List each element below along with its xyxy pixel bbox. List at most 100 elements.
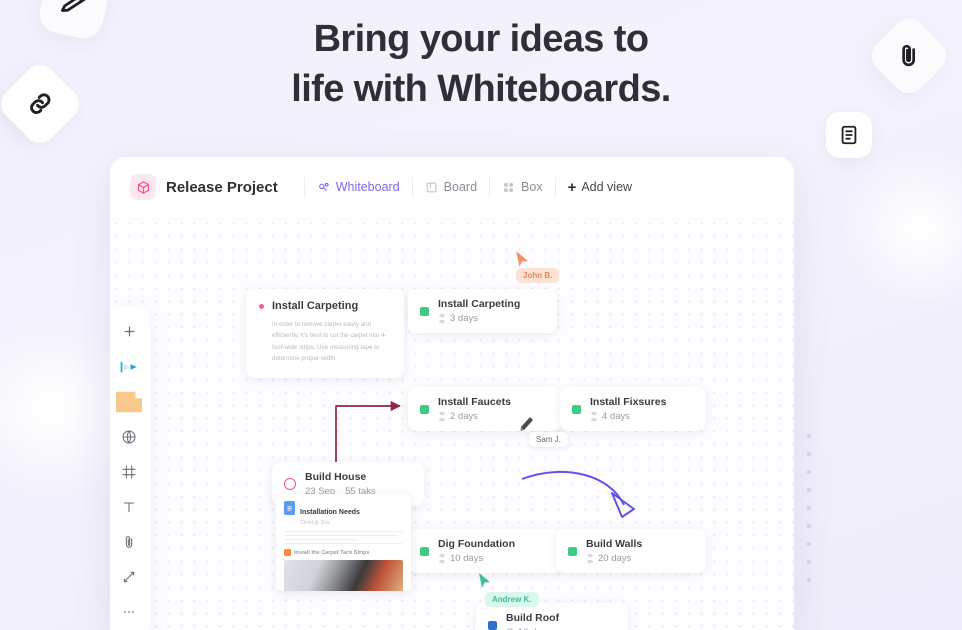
status-square-icon [572, 404, 581, 414]
doc-embed-title: Installation Needs [300, 509, 360, 516]
task-duration-label: 4 days [602, 411, 630, 422]
shape-tool[interactable] [112, 420, 146, 453]
app-toolbar: Release Project Whiteboard Board Box + A… [110, 157, 794, 217]
note-card-body: In order to remove carpet easily and eff… [272, 321, 387, 363]
doc-embed-section-label: Install the Carpet Tack Strips [294, 549, 370, 556]
headline-line-2: life with Whiteboards. [291, 68, 671, 111]
connector-tool[interactable] [112, 560, 146, 593]
task-name: Build Roof [506, 612, 560, 624]
canvas-side-dot [807, 434, 811, 438]
note-card-title: Install Carpeting [272, 300, 359, 312]
task-duration: 4 days [590, 411, 666, 422]
doc-text-line [284, 538, 358, 541]
task-card-dig-foundation[interactable]: Dig Foundation 10 days [408, 529, 562, 573]
status-square-icon [420, 546, 429, 556]
board-icon [425, 181, 438, 194]
cursor-sam [520, 417, 533, 431]
add-view-label: Add view [581, 180, 633, 194]
cursor-john [516, 251, 528, 267]
text-icon [123, 501, 135, 512]
doc-icon [284, 501, 295, 515]
toolbar-divider [489, 177, 491, 197]
task-card-install-carpeting[interactable]: Install Carpeting 3 days [408, 289, 557, 333]
add-tool[interactable] [112, 315, 146, 348]
frame-icon [122, 464, 136, 479]
connector-icon [123, 571, 135, 582]
select-tool[interactable] [112, 350, 146, 383]
canvas-side-dot [807, 542, 811, 546]
add-view-button[interactable]: + Add view [568, 180, 633, 195]
hourglass-icon [439, 554, 445, 563]
page-title: Bring your ideas to life with Whiteboard… [0, 14, 962, 114]
canvas-side-dot [807, 524, 811, 528]
frame-tool[interactable] [112, 455, 146, 488]
background-blob-right [840, 150, 962, 310]
doc-embed-card[interactable]: Installation Needs ClickUp Doc Install t… [276, 494, 411, 591]
task-duration-label: 20 days [598, 553, 632, 564]
milestone-name: Build House [305, 471, 367, 483]
ellipsis-icon [124, 610, 134, 613]
whiteboard-canvas[interactable]: Install Carpeting In order to remove car… [110, 217, 794, 630]
status-square-icon [568, 546, 577, 556]
task-duration: 2 days [438, 411, 511, 422]
doc-text-line [284, 542, 402, 545]
task-card-install-fixsures[interactable]: Install Fixsures 4 days [560, 387, 706, 431]
box-icon [137, 180, 149, 194]
canvas-side-dot [807, 506, 811, 510]
plus-icon: + [567, 178, 577, 196]
doc-embed-subtitle: ClickUp Doc [300, 520, 331, 526]
task-card-install-faucets[interactable]: Install Faucets 2 days [408, 387, 562, 431]
task-card-build-walls[interactable]: Build Walls 20 days [556, 529, 706, 573]
hourglass-icon [439, 314, 445, 323]
canvas-side-dot [807, 488, 811, 492]
sticky-note-tool[interactable] [112, 385, 146, 418]
cursor-andrew [479, 573, 490, 588]
box-grid-icon [502, 181, 515, 194]
connector-drawn-curve [521, 470, 625, 506]
more-tools[interactable] [112, 595, 146, 628]
tab-board[interactable]: Board [425, 180, 477, 194]
task-duration-label: 10 days [450, 553, 484, 564]
task-name: Dig Foundation [438, 538, 515, 550]
tab-box[interactable]: Box [502, 180, 543, 194]
doc-embed-header: Installation Needs ClickUp Doc [284, 501, 403, 526]
tab-whiteboard[interactable]: Whiteboard [317, 180, 400, 194]
task-name: Build Walls [586, 538, 643, 550]
status-square-icon [420, 404, 429, 414]
canvas-side-dot [807, 578, 811, 582]
task-name: Install Fixsures [590, 396, 667, 408]
collaborator-tag-andrew: Andrew K. [485, 592, 539, 607]
task-duration-label: 3 days [450, 313, 478, 324]
status-dot-icon [259, 303, 264, 309]
section-badge-icon [284, 549, 291, 557]
task-duration: 20 days [586, 553, 642, 564]
globe-icon [122, 429, 136, 444]
collaborator-tag-sam: Sam J. [529, 432, 568, 447]
hourglass-icon [587, 554, 593, 563]
canvas-side-dot [807, 452, 811, 456]
whiteboard-icon [317, 181, 330, 194]
task-duration-label: 2 days [450, 411, 478, 422]
status-square-icon [488, 620, 497, 630]
project-box-icon [130, 174, 156, 200]
task-card-build-roof[interactable]: Build Roof 10 days [476, 603, 628, 630]
tab-board-label: Board [443, 180, 478, 194]
note-card-install-carpeting[interactable]: Install Carpeting In order to remove car… [246, 289, 404, 378]
note-card-header: Install Carpeting [259, 300, 391, 312]
toolbar-divider [554, 177, 556, 197]
project-title: Release Project [166, 178, 278, 196]
milestone-ring-icon [284, 478, 296, 490]
sticky-note-icon [116, 391, 142, 412]
headline-line-1: Bring your ideas to [313, 18, 649, 60]
task-name: Install Carpeting [438, 298, 521, 310]
app-window: Release Project Whiteboard Board Box + A… [110, 157, 794, 630]
text-tool[interactable] [112, 490, 146, 523]
document-icon [841, 125, 857, 145]
task-duration: 3 days [438, 313, 520, 324]
collaborator-tag-john: John B. [516, 268, 560, 283]
whiteboard-tool-rail[interactable] [110, 307, 150, 630]
hourglass-icon [439, 412, 445, 421]
paperclip-icon [125, 535, 133, 548]
attachment-tool[interactable] [112, 525, 146, 558]
task-name: Install Faucets [438, 396, 511, 408]
